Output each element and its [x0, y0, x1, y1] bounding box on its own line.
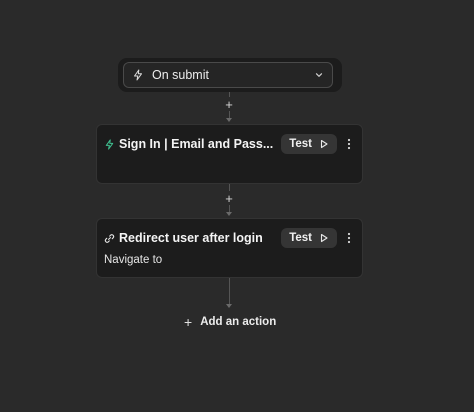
test-button[interactable]: Test: [281, 228, 337, 248]
action-card-header: Redirect user after login Test: [104, 228, 356, 248]
link-icon: [104, 233, 115, 244]
workflow-canvas: On submit + Sign In | Email and Pass... …: [0, 0, 474, 412]
action-card-header: Sign In | Email and Pass... Test: [104, 134, 356, 154]
action-subtitle: Navigate to: [104, 254, 163, 266]
add-action-button[interactable]: + Add an action: [180, 312, 280, 332]
more-options-icon[interactable]: [342, 134, 356, 154]
insert-action-button[interactable]: +: [222, 97, 236, 111]
action-card-redirect[interactable]: Redirect user after login Test Navigate …: [96, 218, 363, 278]
trigger-label: On submit: [152, 68, 209, 82]
play-icon: [319, 139, 329, 149]
insert-action-button[interactable]: +: [222, 191, 236, 205]
chevron-down-icon: [314, 70, 324, 80]
test-button-label: Test: [289, 232, 312, 244]
trigger-container: On submit: [118, 58, 342, 92]
plus-icon: +: [184, 314, 193, 330]
connector-arrow: [226, 212, 232, 216]
more-options-icon[interactable]: [342, 228, 356, 248]
add-action-label: Add an action: [200, 316, 277, 328]
test-button-label: Test: [289, 138, 312, 150]
connector-line: [229, 278, 230, 305]
test-button[interactable]: Test: [281, 134, 337, 154]
connector-arrow: [226, 304, 232, 308]
lightning-icon: [104, 138, 115, 150]
action-title: Redirect user after login: [119, 231, 263, 245]
action-title: Sign In | Email and Pass...: [119, 137, 274, 151]
action-card-sign-in[interactable]: Sign In | Email and Pass... Test: [96, 124, 363, 184]
lightning-icon: [132, 69, 144, 81]
play-icon: [319, 233, 329, 243]
connector-arrow: [226, 118, 232, 122]
trigger-select[interactable]: On submit: [123, 62, 333, 88]
